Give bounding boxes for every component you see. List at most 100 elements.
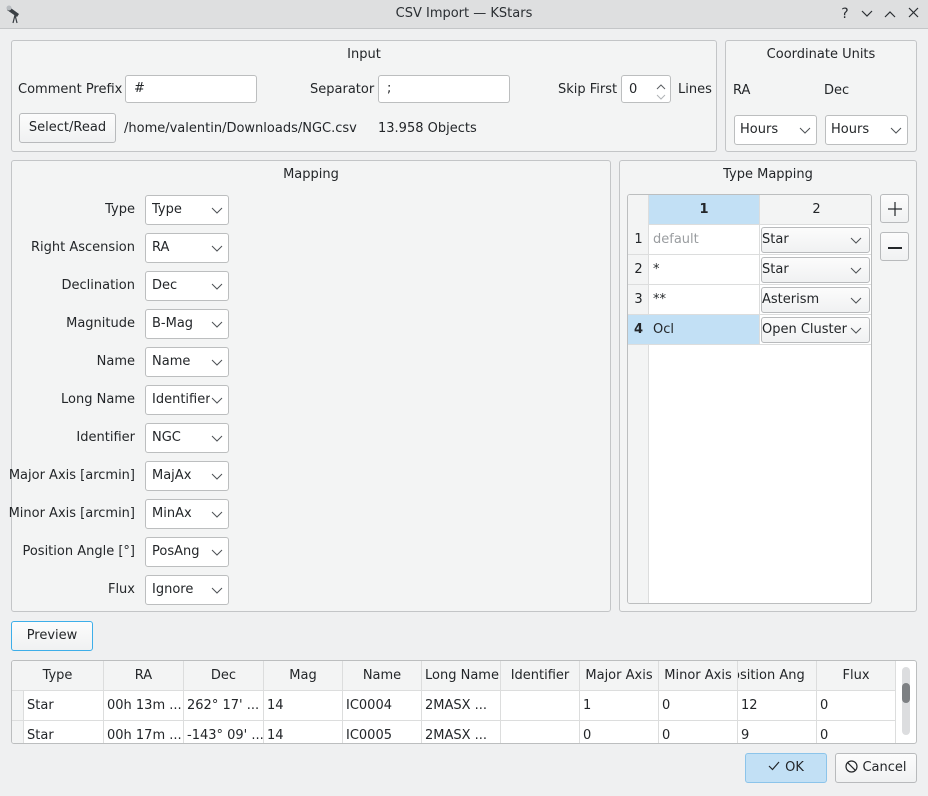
preview-column-header[interactable]: Name bbox=[343, 661, 422, 691]
type-key-cell[interactable]: default bbox=[649, 225, 760, 255]
mapping-combo[interactable]: RA bbox=[145, 233, 229, 263]
preview-cell[interactable]: 00h 17m ... bbox=[104, 721, 184, 743]
input-group: Input Comment Prefix # Separator ; Skip … bbox=[11, 40, 717, 152]
preview-column-header[interactable]: Minor Axis bbox=[659, 661, 738, 691]
chevron-down-icon bbox=[210, 348, 224, 376]
mapping-combo[interactable]: Identifiers bbox=[145, 385, 229, 415]
maximize-button[interactable] bbox=[881, 5, 899, 23]
preview-column-header[interactable]: Major Axis bbox=[580, 661, 659, 691]
mapping-value: Dec bbox=[152, 278, 178, 293]
skip-first-label: Skip First bbox=[558, 82, 618, 97]
preview-cell[interactable]: 0 bbox=[817, 691, 896, 721]
chevron-down-icon bbox=[850, 327, 862, 334]
type-value: Star bbox=[762, 262, 789, 277]
minus-icon bbox=[887, 247, 902, 249]
preview-cell[interactable]: IC0004 bbox=[343, 691, 422, 721]
preview-cell[interactable]: 12 bbox=[738, 691, 817, 721]
mapping-label: Right Ascension bbox=[31, 240, 135, 255]
mapping-label: Minor Axis [arcmin] bbox=[8, 506, 135, 521]
remove-row-button[interactable] bbox=[880, 232, 909, 261]
type-combo[interactable]: Star bbox=[761, 257, 870, 283]
row-header[interactable]: 1 bbox=[628, 225, 649, 255]
mapping-combo[interactable]: MinAx bbox=[145, 499, 229, 529]
add-row-button[interactable] bbox=[880, 194, 909, 223]
preview-cell[interactable]: 0 bbox=[659, 721, 738, 743]
type-combo[interactable]: Star bbox=[761, 227, 870, 253]
separator-input[interactable]: ; bbox=[378, 75, 510, 103]
preview-cell[interactable]: 262° 17' ... bbox=[184, 691, 264, 721]
close-button[interactable] bbox=[904, 5, 922, 23]
chevron-down-icon bbox=[850, 237, 862, 244]
row-header[interactable]: 2 bbox=[628, 255, 649, 285]
type-combo[interactable]: Open Cluster bbox=[761, 317, 870, 343]
preview-cell[interactable]: 0 bbox=[659, 691, 738, 721]
preview-column-header[interactable]: Type bbox=[12, 661, 104, 691]
type-key-cell[interactable]: ** bbox=[649, 285, 760, 315]
mapping-combo[interactable]: B-Mag bbox=[145, 309, 229, 339]
preview-column-header[interactable]: Mag bbox=[264, 661, 343, 691]
row-header[interactable]: 3 bbox=[628, 285, 649, 315]
preview-cell[interactable]: 1 bbox=[580, 691, 659, 721]
cancel-button[interactable]: Cancel bbox=[835, 753, 917, 783]
select-read-button[interactable]: Select/Read bbox=[19, 113, 116, 143]
preview-scrollbar[interactable] bbox=[902, 667, 910, 735]
help-button[interactable]: ? bbox=[836, 5, 854, 23]
preview-column-header[interactable]: Flux bbox=[817, 661, 896, 691]
chevron-down-icon bbox=[210, 386, 224, 414]
preview-column-header[interactable]: RA bbox=[104, 661, 184, 691]
mapping-combo[interactable]: Type bbox=[145, 195, 229, 225]
preview-cell[interactable]: 9 bbox=[738, 721, 817, 743]
comment-prefix-input[interactable]: # bbox=[125, 75, 257, 103]
column-header-1[interactable]: 1 bbox=[649, 195, 760, 225]
mapping-label: Long Name bbox=[61, 392, 135, 407]
mapping-value: PosAng bbox=[152, 544, 200, 559]
preview-cell[interactable] bbox=[501, 691, 580, 721]
preview-button[interactable]: Preview bbox=[11, 621, 93, 651]
mapping-combo[interactable]: Name bbox=[145, 347, 229, 377]
chevron-down-icon bbox=[210, 576, 224, 604]
dec-units-combo[interactable]: Hours bbox=[825, 115, 908, 145]
preview-column-header[interactable]: Dec bbox=[184, 661, 264, 691]
preview-table[interactable]: Type RA Dec Mag Name Long Name Identifier Major… bbox=[11, 660, 917, 744]
ra-units-combo[interactable]: Hours bbox=[734, 115, 817, 145]
preview-cell[interactable] bbox=[501, 721, 580, 743]
preview-column-header[interactable]: osition Ang bbox=[738, 661, 817, 691]
type-combo[interactable]: Asterism bbox=[761, 287, 870, 313]
preview-cell[interactable]: Star bbox=[24, 691, 104, 721]
chevron-down-icon bbox=[210, 424, 224, 452]
preview-cell[interactable]: 2MASX ... bbox=[422, 691, 501, 721]
mapping-combo[interactable]: PosAng bbox=[145, 537, 229, 567]
preview-cell[interactable]: 00h 13m ... bbox=[104, 691, 184, 721]
preview-column-header[interactable]: Long Name bbox=[422, 661, 501, 691]
preview-column-header[interactable]: Identifier bbox=[501, 661, 580, 691]
ra-units-value: Hours bbox=[740, 122, 779, 137]
ok-button[interactable]: OK bbox=[745, 753, 827, 783]
preview-cell[interactable]: 14 bbox=[264, 691, 343, 721]
minimize-button[interactable] bbox=[858, 5, 876, 23]
preview-row-header[interactable] bbox=[12, 691, 24, 721]
preview-cell[interactable]: 2MASX ... bbox=[422, 721, 501, 743]
preview-cell[interactable]: Star bbox=[24, 721, 104, 743]
mapping-combo[interactable]: MajAx bbox=[145, 461, 229, 491]
preview-cell[interactable]: IC0005 bbox=[343, 721, 422, 743]
mapping-value: Name bbox=[152, 354, 191, 369]
scrollbar-thumb[interactable] bbox=[902, 683, 910, 703]
row-header[interactable]: 4 bbox=[628, 315, 649, 345]
mapping-combo[interactable]: Ignore bbox=[145, 575, 229, 605]
type-mapping-table[interactable]: 1 2 1 default Star 2 * Star 3 ** Asterism 4 Ocl Ope… bbox=[627, 194, 872, 604]
type-key-cell[interactable]: Ocl bbox=[649, 315, 760, 345]
preview-row-header[interactable] bbox=[12, 721, 24, 743]
dec-units-value: Hours bbox=[831, 122, 870, 137]
mapping-label: Identifier bbox=[76, 430, 135, 445]
mapping-combo[interactable]: Dec bbox=[145, 271, 229, 301]
preview-cell[interactable]: 0 bbox=[580, 721, 659, 743]
preview-cell[interactable]: -143° 09' ... bbox=[184, 721, 264, 743]
preview-cell[interactable]: 0 bbox=[817, 721, 896, 743]
type-key-cell[interactable]: * bbox=[649, 255, 760, 285]
mapping-value: RA bbox=[152, 240, 170, 255]
skip-first-spinbox[interactable]: 0 bbox=[621, 75, 671, 103]
mapping-combo[interactable]: NGC bbox=[145, 423, 229, 453]
spin-down-icon[interactable] bbox=[656, 90, 666, 105]
preview-cell[interactable]: 14 bbox=[264, 721, 343, 743]
column-header-2[interactable]: 2 bbox=[760, 195, 871, 225]
